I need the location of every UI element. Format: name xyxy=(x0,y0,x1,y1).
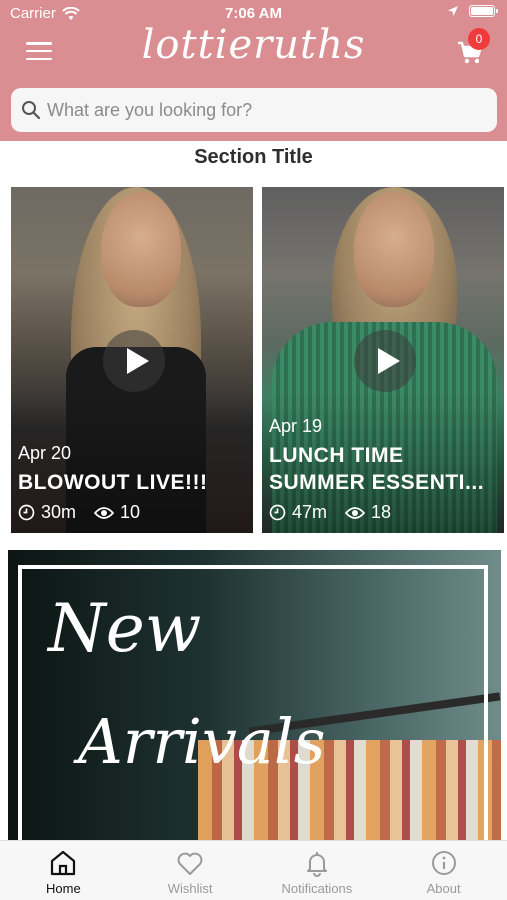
tab-label: Home xyxy=(46,881,81,896)
video-views-value: 18 xyxy=(371,502,392,522)
home-icon xyxy=(51,850,76,876)
video-date: Apr 20 xyxy=(18,443,72,463)
tab-label: Notifications xyxy=(281,881,353,896)
banner-title-line2: Arrivals xyxy=(78,705,326,778)
search-input[interactable] xyxy=(47,99,467,121)
cart-count-badge: 0 xyxy=(468,28,490,50)
heart-icon xyxy=(177,852,203,875)
eye-icon xyxy=(345,506,366,519)
video-title: LUNCH TIME SUMMER ESSENTI... xyxy=(269,442,498,496)
info-icon xyxy=(431,851,456,875)
tab-home[interactable]: Home xyxy=(0,841,127,900)
menu-button[interactable] xyxy=(26,40,52,62)
tab-wishlist[interactable]: Wishlist xyxy=(127,841,254,900)
play-icon[interactable] xyxy=(354,330,416,392)
video-views-value: 10 xyxy=(120,502,141,522)
tab-label: About xyxy=(426,881,461,896)
location-arrow-icon xyxy=(448,6,458,16)
menu-line xyxy=(26,42,52,45)
clock-icon xyxy=(269,504,286,521)
video-duration: 47m xyxy=(269,502,327,523)
video-meta: 47m 18 xyxy=(269,502,409,523)
logo-text: lottieruths xyxy=(141,22,366,68)
video-duration-value: 30m xyxy=(41,502,77,522)
bell-icon xyxy=(306,852,327,877)
video-thumbnail-face xyxy=(354,192,434,307)
video-card[interactable]: Apr 19 LUNCH TIME SUMMER ESSENTI... 47m … xyxy=(262,187,504,533)
video-title-line: LUNCH TIME xyxy=(269,444,404,467)
search-bar[interactable] xyxy=(11,88,497,132)
battery-icon xyxy=(469,5,498,17)
video-duration-value: 47m xyxy=(292,502,328,522)
video-thumbnail-face xyxy=(101,192,181,307)
new-arrivals-banner[interactable]: New Arrivals xyxy=(8,550,501,842)
brand-logo[interactable]: lottieruths xyxy=(120,22,387,68)
video-duration: 30m xyxy=(18,502,76,523)
clock-icon xyxy=(18,504,35,521)
tab-notifications[interactable]: Notifications xyxy=(254,841,381,900)
menu-line xyxy=(26,57,52,60)
play-icon[interactable] xyxy=(103,330,165,392)
status-right xyxy=(447,5,498,17)
banner-title-line1: New xyxy=(48,590,202,667)
bottom-tab-bar: Home Wishlist Notifications About xyxy=(0,840,507,900)
menu-line xyxy=(26,49,52,53)
search-icon xyxy=(22,101,41,120)
app-header: Carrier 7:06 AM lottieruths 0 xyxy=(0,0,507,141)
video-title-line: SUMMER ESSENTI... xyxy=(269,471,485,494)
video-meta: 30m 10 xyxy=(18,502,158,523)
eye-icon xyxy=(94,506,115,519)
tab-about[interactable]: About xyxy=(380,841,507,900)
video-title: BLOWOUT LIVE!!! xyxy=(18,469,247,496)
video-date: Apr 19 xyxy=(269,416,323,436)
video-views: 18 xyxy=(345,502,391,523)
tab-label: Wishlist xyxy=(167,881,213,896)
video-title-line: BLOWOUT LIVE!!! xyxy=(18,471,208,494)
video-views: 10 xyxy=(94,502,140,523)
status-time: 7:06 AM xyxy=(225,5,282,22)
section-title: Section Title xyxy=(194,146,313,168)
video-card[interactable]: Apr 20 BLOWOUT LIVE!!! 30m 10 xyxy=(11,187,253,533)
